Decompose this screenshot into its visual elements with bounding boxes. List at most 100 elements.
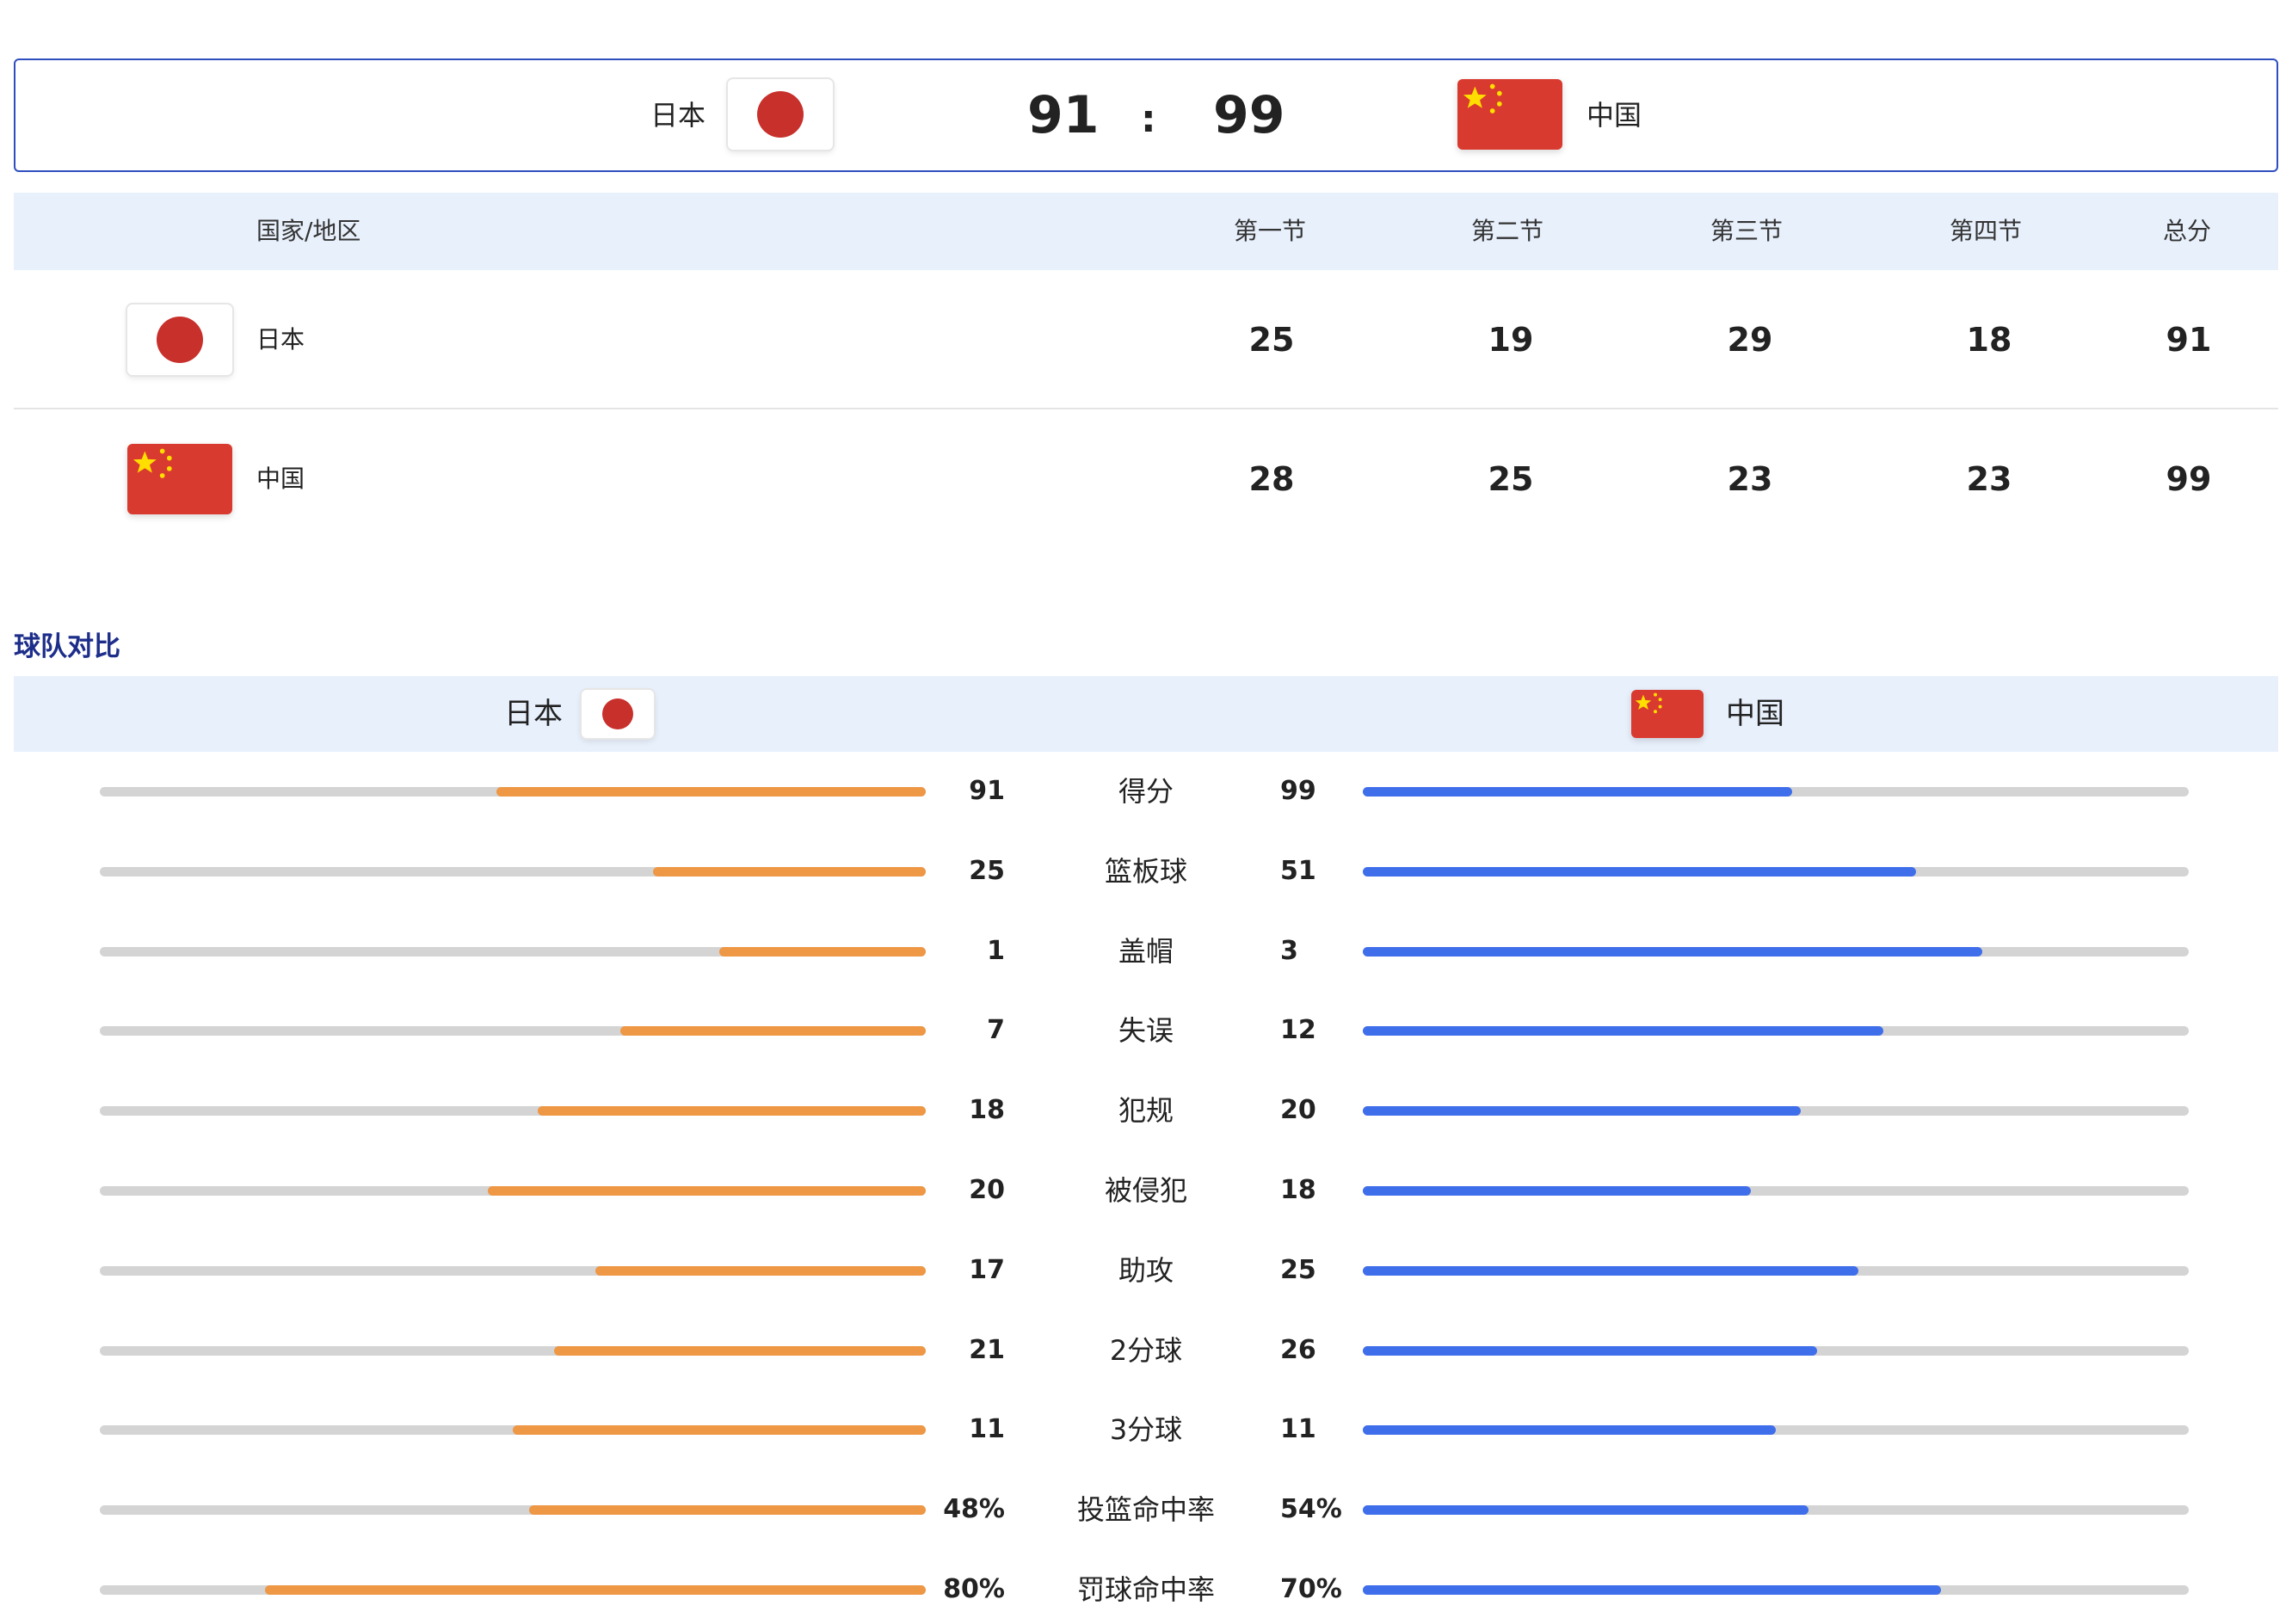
team-name: 日本 [256,325,305,354]
away-stat-bar-fill [1363,1265,1858,1276]
away-stat-bar-fill [1363,1026,1883,1037]
home-team-name: 日本 [650,99,706,132]
score-separator: : [1141,97,1156,141]
away-stat-value: 12 [1280,1015,1316,1046]
japan-flag-icon [127,304,232,375]
home-stat-bar-fill [719,946,926,957]
q2-score: 19 [1488,321,1534,359]
home-stat-value: 25 [969,855,1005,886]
header-q4: 第四节 [1950,217,2023,245]
stat-label: 篮板球 [1104,854,1187,888]
stat-row: 25 篮板球 51 [0,854,2292,889]
stat-label: 2分球 [1109,1333,1183,1367]
away-stat-value: 18 [1280,1175,1316,1205]
away-stat-bar-track [1363,1186,2189,1196]
away-stat-value: 3 [1280,935,1298,966]
away-stat-bar-fill [1363,866,1916,877]
q2-score: 25 [1488,460,1534,498]
home-stat-bar-track [100,787,926,797]
stat-label: 犯规 [1118,1094,1174,1128]
home-stat-bar-track [100,1345,926,1356]
home-score: 91 [1027,85,1100,145]
away-stat-bar-fill [1363,1505,1808,1516]
away-team-name: 中国 [1726,697,1784,731]
china-flag-icon [1457,79,1562,150]
q3-score: 29 [1727,321,1773,359]
header-q1: 第一节 [1234,217,1307,245]
total-score: 91 [2166,321,2212,359]
stat-label: 得分 [1118,775,1174,808]
compare-header: 日本 中国 [14,676,2278,752]
stat-row: 7 失误 12 [0,1013,2292,1048]
home-stat-value: 11 [969,1414,1005,1445]
away-stat-bar-fill [1363,1106,1801,1116]
table-row: 中国 28 25 23 23 99 [14,409,2278,549]
home-stat-bar-track [100,946,926,957]
home-stat-bar-fill [496,787,926,797]
home-stat-bar-fill [538,1106,926,1116]
away-stat-value: 25 [1280,1254,1316,1285]
away-stat-value: 51 [1280,855,1316,886]
home-stat-value: 1 [987,935,1005,966]
stat-label: 被侵犯 [1104,1174,1187,1207]
away-stat-bar-fill [1363,1425,1776,1436]
home-stat-bar-fill [595,1265,926,1276]
home-stat-value: 17 [969,1254,1005,1285]
away-stat-bar-track [1363,866,2189,877]
header-q3: 第三节 [1710,217,1784,245]
total-score: 99 [2166,460,2212,498]
home-stat-bar-track [100,866,926,877]
home-stat-value: 21 [969,1334,1005,1365]
stat-label: 投篮命中率 [1076,1493,1215,1527]
away-stat-bar-fill [1363,1345,1817,1356]
home-stat-bar-fill [620,1026,926,1037]
away-stat-bar-track [1363,1585,2189,1595]
section-title: 球队对比 [14,631,120,662]
home-stat-value: 48% [943,1494,1005,1525]
away-stat-bar-track [1363,1345,2189,1356]
q4-score: 18 [1966,321,2012,359]
team-name: 中国 [256,464,305,493]
stat-row: 48% 投篮命中率 54% [0,1492,2292,1527]
away-score: 99 [1213,85,1285,145]
home-stat-bar-fill [265,1585,926,1595]
quarter-score-table: 国家/地区 第一节 第二节 第三节 第四节 总分 日本 25 19 29 18 … [14,193,2278,549]
away-stat-value: 70% [1280,1574,1342,1604]
home-stat-bar-track [100,1505,926,1516]
home-stat-value: 18 [969,1095,1005,1126]
stat-label: 助攻 [1118,1253,1174,1287]
home-stat-bar-fill [488,1186,926,1196]
home-stat-bar-fill [513,1425,926,1436]
table-row: 日本 25 19 29 18 91 [14,270,2278,409]
away-stat-bar-track [1363,1505,2189,1516]
away-stat-bar-fill [1363,1585,1941,1595]
q1-score: 28 [1248,460,1295,498]
stat-label: 失误 [1118,1014,1174,1048]
away-stat-bar-track [1363,787,2189,797]
q3-score: 23 [1727,460,1773,498]
japan-flag-icon [728,79,833,150]
away-stat-bar-fill [1363,1186,1751,1196]
home-stat-bar-track [100,1265,926,1276]
away-stat-bar-fill [1363,946,1982,957]
header-q2: 第二节 [1471,217,1544,245]
home-stat-bar-fill [529,1505,926,1516]
stat-row: 1 盖帽 3 [0,934,2292,969]
away-team-name: 中国 [1587,99,1642,132]
q1-score: 25 [1248,321,1295,359]
stat-row: 91 得分 99 [0,774,2292,809]
stat-row: 18 犯规 20 [0,1093,2292,1128]
away-stat-bar-track [1363,946,2189,957]
home-stat-bar-fill [653,866,926,877]
home-stat-value: 91 [969,776,1005,806]
stat-row: 21 2分球 26 [0,1333,2292,1368]
stat-row: 11 3分球 11 [0,1412,2292,1447]
away-stat-bar-fill [1363,787,1792,797]
home-stat-bar-track [100,1186,926,1196]
home-stat-bar-fill [554,1345,926,1356]
japan-flag-icon [582,690,654,738]
header-total: 总分 [2163,217,2212,245]
q4-score: 23 [1966,460,2012,498]
stat-row: 80% 罚球命中率 70% [0,1572,2292,1607]
away-stat-bar-track [1363,1425,2189,1436]
